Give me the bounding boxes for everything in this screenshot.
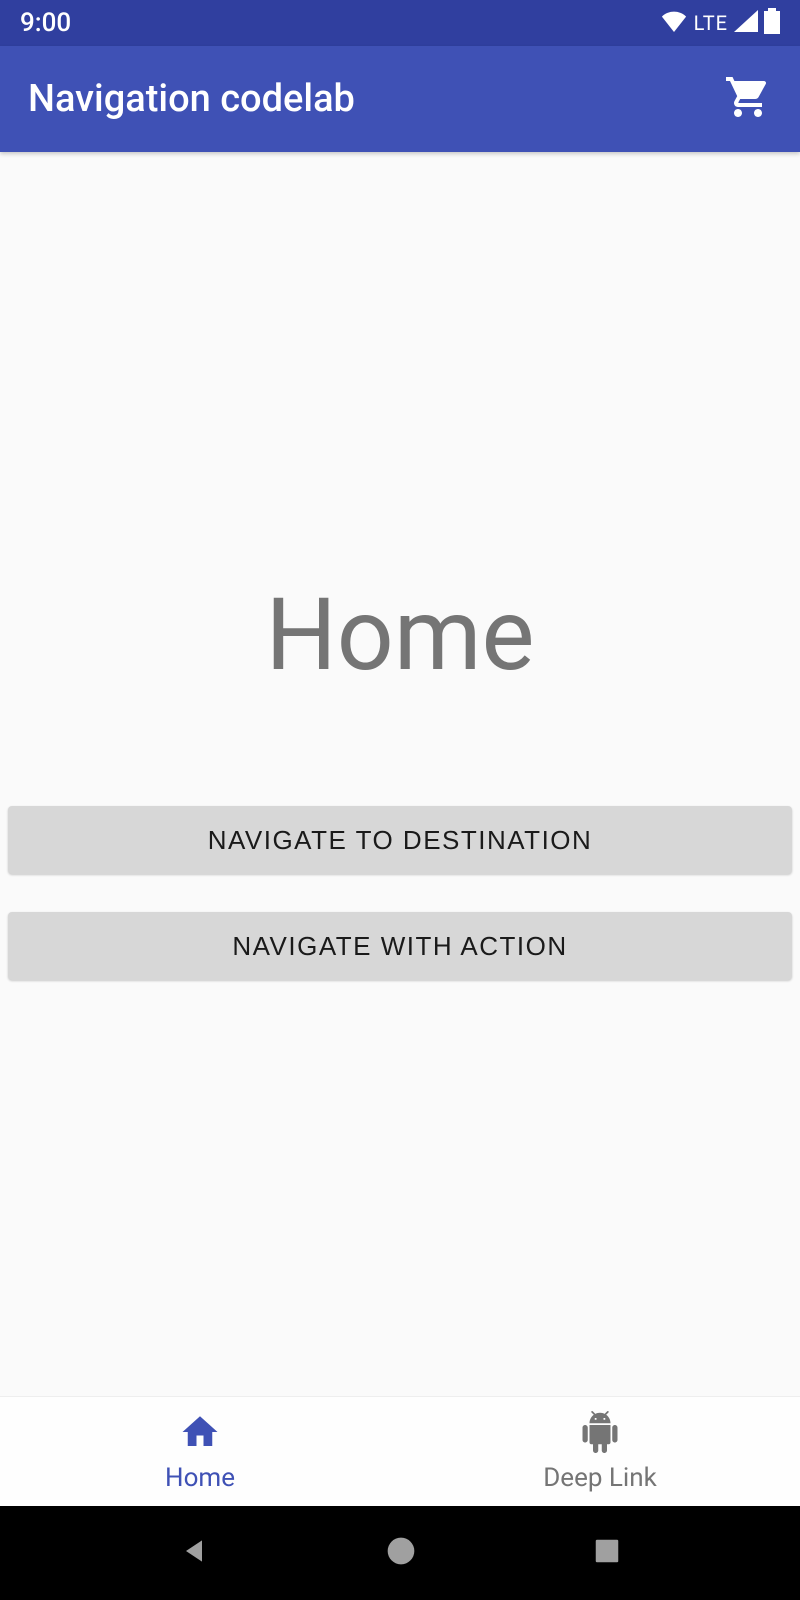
bottom-nav-deep-link[interactable]: Deep Link bbox=[400, 1397, 800, 1506]
battery-icon bbox=[764, 8, 780, 38]
android-icon bbox=[579, 1411, 621, 1457]
cart-button[interactable] bbox=[724, 73, 772, 125]
status-time: 9:00 bbox=[20, 8, 71, 38]
app-bar: Navigation codelab bbox=[0, 46, 800, 152]
bottom-nav: Home Deep Link bbox=[0, 1396, 800, 1506]
status-bar: 9:00 LTE bbox=[0, 0, 800, 46]
status-icons: LTE bbox=[660, 8, 780, 38]
page-heading: Home bbox=[265, 577, 534, 694]
signal-icon bbox=[734, 10, 758, 36]
bottom-nav-label: Deep Link bbox=[543, 1463, 657, 1493]
navigate-action-button[interactable]: NAVIGATE WITH ACTION bbox=[8, 912, 792, 980]
system-nav-bar bbox=[0, 1506, 800, 1600]
wifi-icon bbox=[660, 10, 688, 36]
overview-button[interactable] bbox=[592, 1536, 622, 1570]
home-icon bbox=[179, 1411, 221, 1457]
app-title: Navigation codelab bbox=[28, 77, 355, 121]
bottom-nav-home[interactable]: Home bbox=[0, 1397, 400, 1506]
cart-icon bbox=[724, 106, 772, 125]
back-button[interactable] bbox=[178, 1535, 210, 1571]
bottom-nav-label: Home bbox=[165, 1463, 235, 1493]
network-label: LTE bbox=[694, 11, 728, 35]
navigate-destination-button[interactable]: NAVIGATE TO DESTINATION bbox=[8, 806, 792, 874]
main-content: Home NAVIGATE TO DESTINATION NAVIGATE WI… bbox=[0, 152, 800, 1396]
home-button[interactable] bbox=[385, 1535, 417, 1571]
